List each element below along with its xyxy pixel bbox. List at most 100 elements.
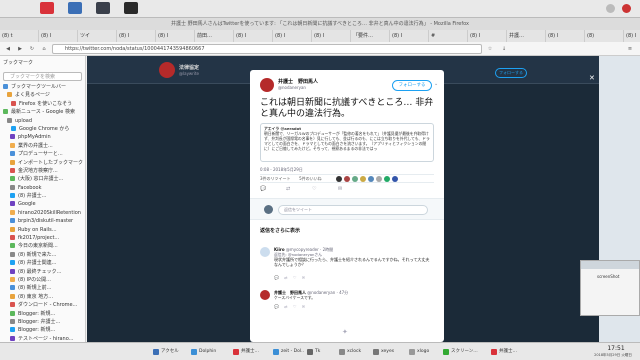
home-icon[interactable]: ⌂ [40,45,48,53]
bookmark-item[interactable]: (8) 東京 地方... [0,293,85,301]
bookmark-item[interactable]: ダウンロード - Chrome... [0,301,85,309]
bookmark-item[interactable]: (8) 弁護士... [0,192,85,200]
taskbar-item[interactable]: xclock [338,345,370,359]
close-icon[interactable] [622,4,631,13]
tab[interactable]: (8) I [546,30,585,42]
taskbar-item[interactable]: xlogo [408,345,440,359]
reply-avatar[interactable] [260,247,270,257]
tab[interactable]: # [429,30,468,42]
taskbar-item[interactable]: 井護士… [490,345,530,359]
author-name[interactable]: 井護士 野田馬人 [278,78,318,85]
app-icon-red[interactable] [40,2,54,14]
app-icon-dark[interactable] [96,2,110,14]
bookmark-item[interactable]: upload [0,117,85,125]
bookmark-item[interactable]: phpMyAdmin [0,133,85,141]
bookmark-item[interactable]: Google [0,200,85,208]
url-bar[interactable]: https://twitter.com/noda/status/10004417… [52,44,482,54]
bookmark-item[interactable]: (8) IPの公開... [0,276,85,284]
taskbar-item[interactable]: zeit - Dol… [272,345,304,359]
bookmark-item[interactable]: プロデューサーと... [0,150,85,158]
retweet-count[interactable]: 3件のリツイート [260,176,291,181]
reply-icon[interactable]: 💬 [260,186,266,192]
quoted-tweet[interactable]: アエイラ @aeradot 朝日新聞で、リーガルWのプロデューサーが「監修の著名… [260,123,434,162]
liker-avatar[interactable] [352,176,358,182]
bookmark-item[interactable]: 業界の弁護士... [0,142,85,150]
bookmark-item[interactable]: (8) 最終チェック... [0,268,85,276]
bookmark-item[interactable]: hirano2020SkillRetention [0,209,85,217]
tab[interactable]: (8) I [468,30,507,42]
taskbar-item[interactable]: 井護士… [232,345,270,359]
avatar[interactable] [159,62,175,78]
bookmark-item[interactable]: (8) 新規上前... [0,284,85,292]
profile-name[interactable]: 法律協定 [179,64,199,71]
tab[interactable]: 「要件… [351,30,390,42]
more-options-icon[interactable]: ⌄ [434,81,438,87]
bookmark-item[interactable]: Blogger: 新規... [0,310,85,318]
minimize-icon[interactable] [606,4,615,13]
tab[interactable]: ツイ [78,30,117,42]
retweet-icon[interactable]: ⇄ [286,186,290,192]
like-count[interactable]: 5件のいいね [299,176,322,181]
follow-button[interactable]: フォローする [392,80,432,91]
tab[interactable]: 井護… [507,30,546,42]
reply-item[interactable]: 井護士 野田馬人 @nodaneryan · 47分 ケースバイケースです。 💬… [260,290,434,320]
bookmark-item[interactable]: よく見るページ [0,91,85,99]
bookmark-item[interactable]: (8) 新規で来た... [0,251,85,259]
bookmark-search-input[interactable]: ブックマークを検索 [3,72,82,81]
taskbar-item[interactable]: スクリーン… [442,345,488,359]
more-replies-heading[interactable]: 返信をさらに表示 [260,227,300,234]
liker-avatar[interactable] [376,176,382,182]
bookmark-item[interactable]: (大阪) 窓口弁護士... [0,175,85,183]
liker-avatar[interactable] [392,176,398,182]
bookmark-item[interactable]: 最新ニュース - Google 検索 [0,108,85,116]
tab[interactable]: (8) I [273,30,312,42]
bookmark-item[interactable]: fk2017/project... [0,234,85,242]
bookmark-item[interactable]: Firefox を使いこなそう [0,100,85,108]
liker-avatar[interactable] [384,176,390,182]
tab[interactable]: 前田… [195,30,234,42]
app-icon-blue[interactable] [68,2,82,14]
liker-avatar[interactable] [360,176,366,182]
tab[interactable]: (8) [585,30,624,42]
taskbar-item[interactable]: xeyes [372,345,406,359]
taskbar-item[interactable]: Tk [306,345,336,359]
bookmark-item[interactable]: Blogger: 弁護士... [0,318,85,326]
taskbar-item[interactable]: Dolphin [190,345,230,359]
bookmark-item[interactable]: 金沢地方検察庁... [0,167,85,175]
reply-avatar[interactable] [260,290,270,300]
liker-avatar[interactable] [336,176,342,182]
reply-actions[interactable]: 💬 ⇄ ♡ ✉ [274,275,305,281]
reply-item[interactable]: Kiiro @mycopyreader · 2時間 返信先: @nodanery… [260,247,434,287]
tab[interactable]: (8) I [312,30,351,42]
profile-follow-button[interactable]: フォローする [495,68,527,78]
close-modal-icon[interactable]: ✕ [589,74,595,82]
tab[interactable]: (8) I [156,30,195,42]
bookmark-item[interactable]: インポートしたブックマーク [0,159,85,167]
menu-icon[interactable]: ≡ [626,45,634,53]
bookmark-item[interactable]: Facebook [0,184,85,192]
liker-avatar[interactable] [344,176,350,182]
bookmark-item[interactable]: 今日の東京新聞... [0,242,85,250]
bookmark-item[interactable]: brpin3/diskutil-master [0,217,85,225]
like-icon[interactable]: ♡ [312,186,316,192]
bookmark-star-icon[interactable]: ☆ [486,45,494,53]
bookmark-item[interactable]: テストページ - hirano... [0,335,85,342]
reload-icon[interactable]: ↻ [28,45,36,53]
tab[interactable]: (8) t [0,30,39,42]
author-avatar[interactable] [260,78,274,92]
bookmark-item[interactable]: Ruby on Rails... [0,226,85,234]
tab[interactable]: (8) I [624,30,640,42]
tab[interactable]: (8) I [234,30,273,42]
clock[interactable]: 17:51 [596,345,636,352]
bookmark-item[interactable]: ブックマークツールバー [0,83,85,91]
bookmark-item[interactable]: (8) 弁護士関連... [0,259,85,267]
taskbar-item[interactable]: アクセル [152,345,188,359]
pane-label[interactable]: screenShot [597,274,619,279]
forward-icon[interactable]: ▶ [16,45,24,53]
reply-input[interactable]: 返信をツイート [278,205,428,215]
tab[interactable]: (8) I [117,30,156,42]
dm-icon[interactable]: ✉ [338,186,342,192]
tab[interactable]: (8) I [39,30,78,42]
tab[interactable]: (8) I [390,30,429,42]
bookmark-item[interactable]: Google Chrome から [0,125,85,133]
